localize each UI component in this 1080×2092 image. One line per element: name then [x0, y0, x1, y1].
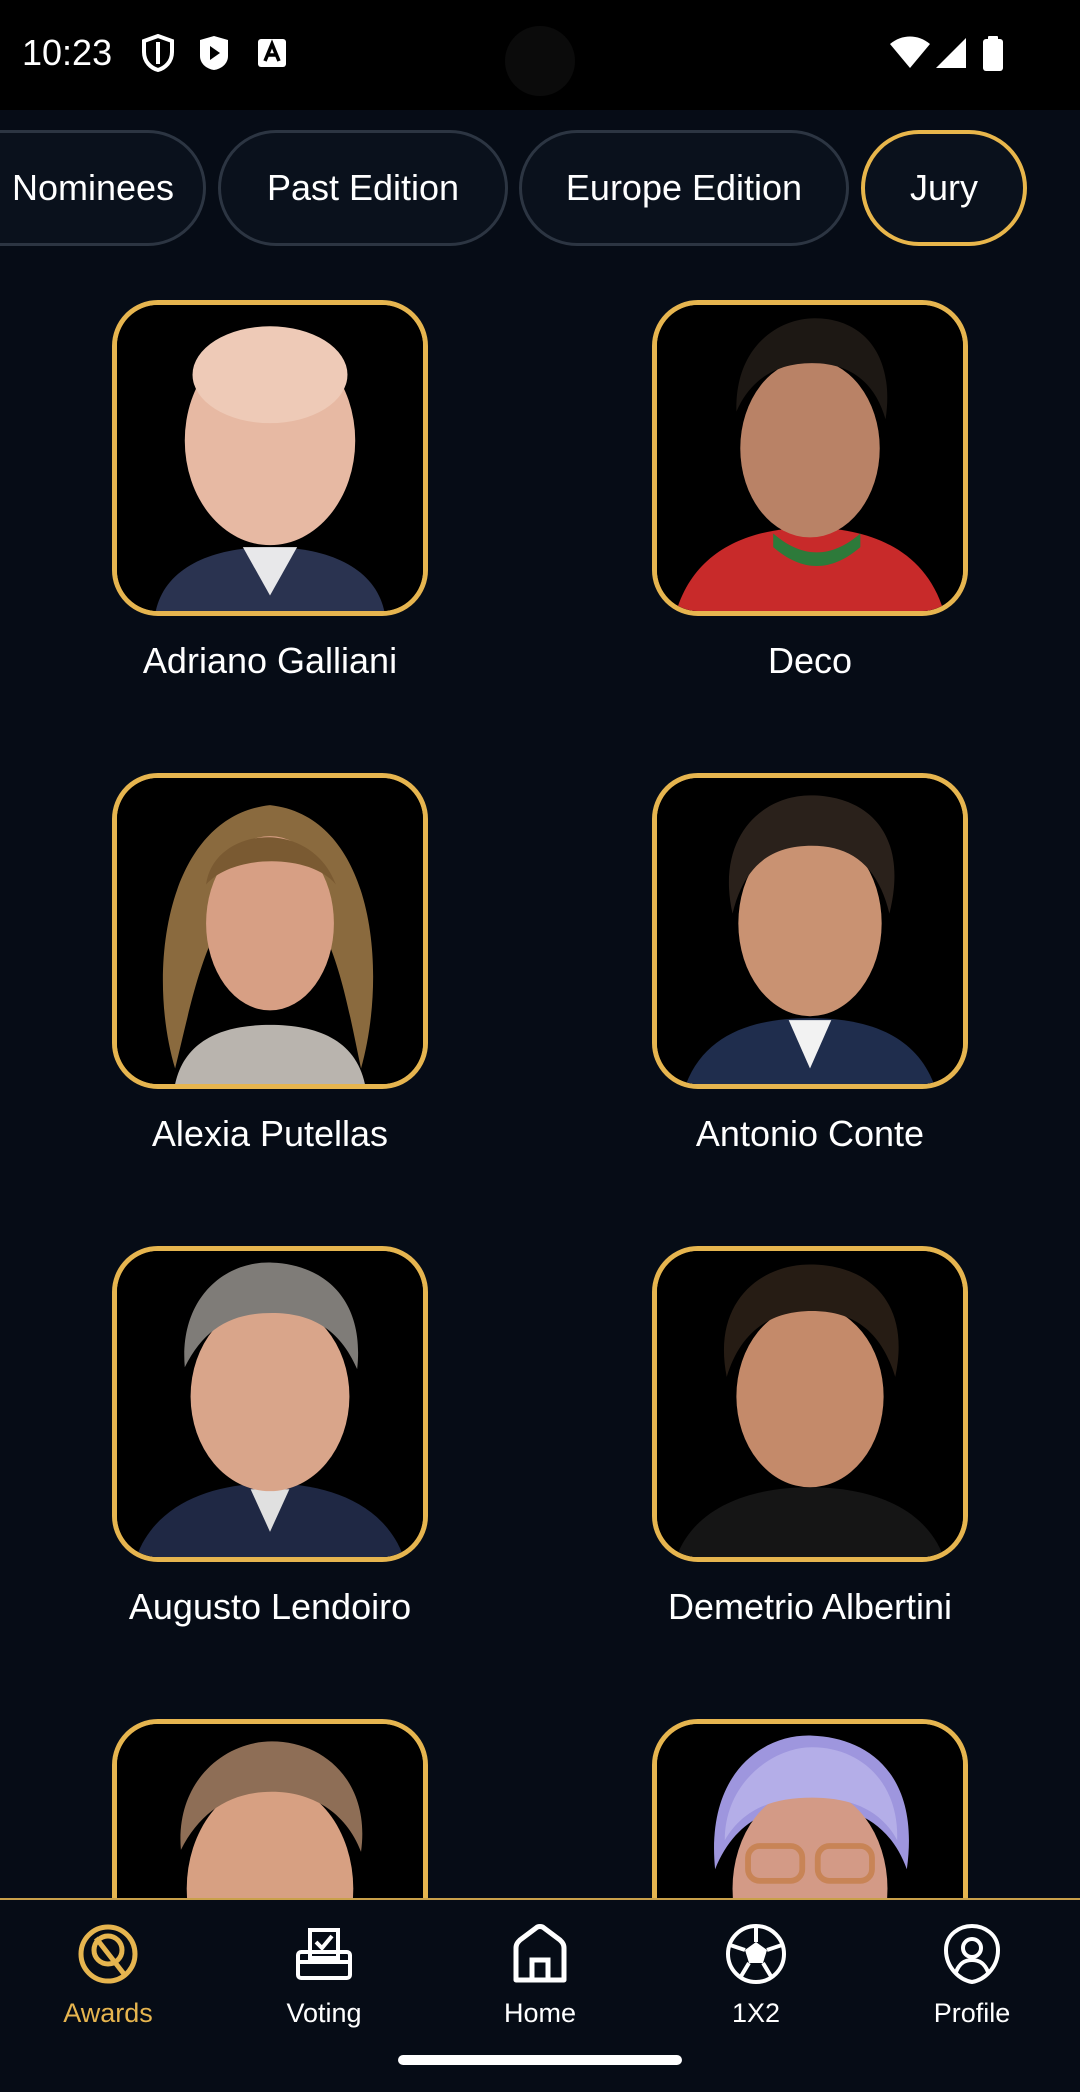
edition-tabs: Nominees Past Edition Europe Edition Jur… [0, 130, 1080, 246]
award-icon [76, 1922, 140, 1986]
a-letter-icon [254, 34, 290, 72]
shield-icon [140, 33, 176, 73]
nav-1x2[interactable]: 1X2 [648, 1922, 864, 2042]
jury-photo [652, 1246, 968, 1562]
app-screen: 10:23 Nominees Past Edition Europe Editi [0, 0, 1080, 2092]
jury-card[interactable]: Deco [652, 300, 968, 681]
nav-label: Home [503, 1998, 577, 2028]
home-indicator[interactable] [398, 2055, 682, 2065]
tab-nominees[interactable]: Nominees [0, 130, 206, 246]
jury-photo [112, 1246, 428, 1562]
jury-name: Adriano Galliani [142, 640, 398, 681]
camera-cutout [505, 26, 575, 96]
ballot-box-icon [292, 1922, 356, 1986]
nav-label: Awards [63, 1998, 153, 2028]
tab-past-edition[interactable]: Past Edition [218, 130, 508, 246]
tab-label: Nominees [11, 167, 175, 208]
jury-name: Demetrio Albertini [667, 1586, 953, 1627]
jury-photo [652, 300, 968, 616]
nav-label: Profile [933, 1998, 1011, 2028]
jury-photo [112, 300, 428, 616]
tab-jury[interactable]: Jury [861, 130, 1027, 246]
cellular-icon [934, 34, 970, 72]
nav-profile[interactable]: Profile [864, 1922, 1080, 2042]
jury-card[interactable]: Alexia Putellas [112, 773, 428, 1154]
jury-photo [652, 773, 968, 1089]
wifi-icon [888, 34, 932, 72]
tab-label: Past Edition [266, 167, 460, 208]
jury-card[interactable]: Demetrio Albertini [652, 1246, 968, 1627]
nav-label: 1X2 [731, 1998, 781, 2028]
profile-icon [940, 1922, 1004, 1986]
battery-icon [980, 34, 1006, 72]
nav-home[interactable]: Home [432, 1922, 648, 2042]
play-icon [196, 34, 232, 72]
home-icon [508, 1922, 572, 1986]
football-icon [724, 1922, 788, 1986]
tab-label: Jury [909, 167, 978, 208]
nav-voting[interactable]: Voting [216, 1922, 432, 2042]
jury-name: Antonio Conte [695, 1113, 925, 1154]
jury-name: Augusto Lendoiro [128, 1586, 412, 1627]
status-time: 10:23 [22, 32, 113, 73]
nav-awards[interactable]: Awards [0, 1922, 216, 2042]
jury-name: Deco [767, 640, 853, 681]
tab-europe-edition[interactable]: Europe Edition [519, 130, 849, 246]
tab-label: Europe Edition [565, 167, 803, 208]
jury-card[interactable]: Antonio Conte [652, 773, 968, 1154]
nav-label: Voting [286, 1998, 362, 2028]
jury-name: Alexia Putellas [151, 1113, 389, 1154]
jury-card[interactable]: Augusto Lendoiro [112, 1246, 428, 1627]
jury-card[interactable]: Adriano Galliani [112, 300, 428, 681]
status-bar: 10:23 [0, 0, 1080, 110]
jury-photo [112, 773, 428, 1089]
